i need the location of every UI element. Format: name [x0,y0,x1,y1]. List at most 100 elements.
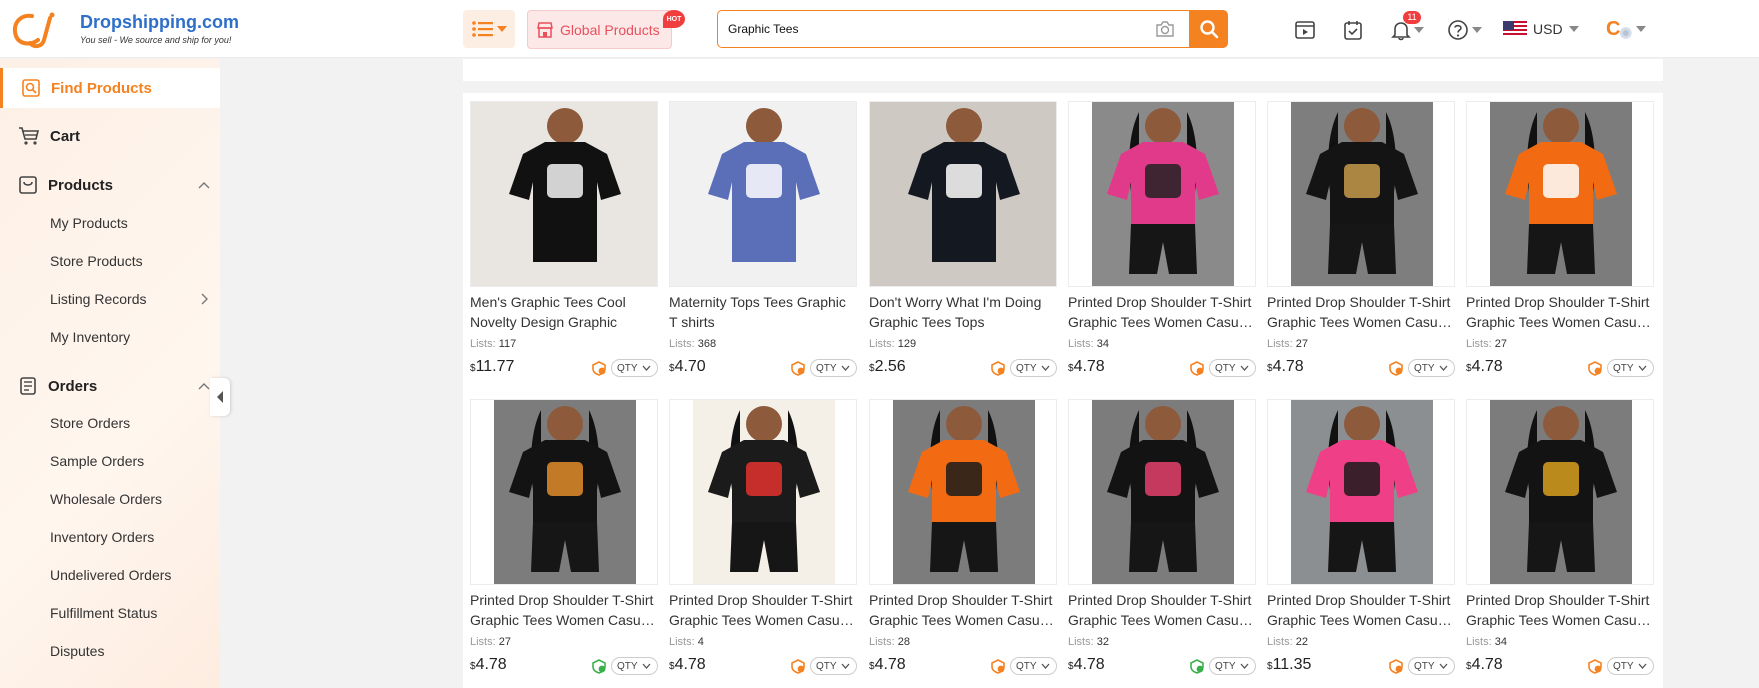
product-image[interactable] [1466,101,1654,287]
sidebar-item-cart[interactable]: Cart [0,116,220,156]
qty-dropdown[interactable]: QTY [1607,657,1654,675]
product-price: $4.78 [669,656,706,674]
product-card[interactable]: Printed Drop Shoulder T-Shirt Graphic Te… [669,391,857,681]
product-title-text: Printed Drop Shoulder T-Shirt Graphic Te… [669,592,853,628]
shipping-shield-icon[interactable] [1189,360,1205,376]
sidebar-item-fulfillment-status[interactable]: Fulfillment Status [0,596,220,630]
product-card[interactable]: Printed Drop Shoulder T-Shirt Graphic Te… [1466,391,1654,681]
product-card[interactable]: Men's Graphic Tees Cool Novelty Design G… [470,93,658,383]
product-lists-count: Lists: 129 [869,338,916,350]
product-card[interactable]: Don't Worry What I'm Doing Graphic Tees … [869,93,1057,383]
qty-dropdown[interactable]: QTY [611,359,658,377]
qty-dropdown[interactable]: QTY [1010,657,1057,675]
product-card[interactable]: Printed Drop Shoulder T-Shirt Graphic Te… [1068,391,1256,681]
sidebar-item-undelivered-orders[interactable]: Undelivered Orders [0,558,220,592]
product-image[interactable] [470,101,658,287]
product-title[interactable]: Printed Drop Shoulder T-Shirt Graphic Te… [669,590,857,630]
product-lists-count: Lists: 27 [1466,338,1507,350]
product-card[interactable]: Printed Drop Shoulder T-Shirt Graphic Te… [1267,391,1455,681]
shipping-shield-icon[interactable] [1587,658,1603,674]
task-checklist-icon[interactable] [1340,17,1366,43]
lists-value: 4 [697,636,704,648]
product-card[interactable]: Printed Drop Shoulder T-Shirt Graphic Te… [1466,93,1654,383]
qty-dropdown[interactable]: QTY [1408,359,1455,377]
product-image[interactable] [1466,399,1654,585]
site-logo[interactable]: Dropshipping.com You sell - We source an… [10,8,239,50]
qty-dropdown[interactable]: QTY [1010,359,1057,377]
product-title[interactable]: Printed Drop Shoulder T-Shirt Graphic Te… [869,590,1057,630]
lists-prefix: Lists: [1466,636,1495,648]
shipping-shield-icon[interactable] [1189,658,1205,674]
shipping-shield-icon[interactable] [790,658,806,674]
product-card[interactable]: Printed Drop Shoulder T-Shirt Graphic Te… [1267,93,1455,383]
qty-dropdown[interactable]: QTY [611,657,658,675]
product-image[interactable] [1068,101,1256,287]
product-card[interactable]: Maternity Tops Tees Graphic T shirts List… [669,93,857,383]
shipping-shield-icon[interactable] [990,360,1006,376]
product-image[interactable] [669,101,857,287]
chevron-down-icon [841,363,850,374]
sidebar-item-disputes[interactable]: Disputes [0,634,220,668]
camera-icon[interactable] [1155,20,1175,38]
sidebar-item-store-products[interactable]: Store Products [0,244,220,278]
category-menu-button[interactable] [463,10,515,48]
product-title[interactable]: Printed Drop Shoulder T-Shirt Graphic Te… [470,590,658,630]
qty-dropdown[interactable]: QTY [810,657,857,675]
global-products-button[interactable]: Global Products [527,10,672,49]
shipping-shield-icon[interactable] [1388,360,1404,376]
product-title[interactable]: Printed Drop Shoulder T-Shirt Graphic Te… [1267,590,1455,630]
search-input[interactable] [728,19,1148,39]
search-button[interactable] [1189,10,1228,48]
product-image[interactable] [1267,399,1455,585]
product-title[interactable]: Printed Drop Shoulder T-Shirt Graphic Te… [1068,292,1256,332]
product-card[interactable]: Printed Drop Shoulder T-Shirt Graphic Te… [470,391,658,681]
sidebar-item-wholesale-orders[interactable]: Wholesale Orders [0,482,220,516]
sidebar-item-my-products[interactable]: My Products [0,206,220,240]
product-card[interactable]: Printed Drop Shoulder T-Shirt Graphic Te… [869,391,1057,681]
sidebar-item-products[interactable]: Products [0,165,220,205]
cj-logo-icon [13,12,55,49]
user-avatar[interactable]: C [1606,15,1646,43]
sidebar-item-my-inventory[interactable]: My Inventory [0,320,220,354]
shipping-shield-icon[interactable] [1587,360,1603,376]
qty-dropdown[interactable]: QTY [1408,657,1455,675]
product-card[interactable]: Printed Drop Shoulder T-Shirt Graphic Te… [1068,93,1256,383]
video-icon[interactable] [1292,17,1318,43]
shipping-shield-icon[interactable] [591,360,607,376]
product-image[interactable] [869,399,1057,585]
sidebar-item-orders[interactable]: Orders [0,366,220,406]
chevron-down-icon [1041,661,1050,672]
product-image[interactable] [869,101,1057,287]
notification-caret-icon[interactable] [1414,27,1424,33]
qty-dropdown[interactable]: QTY [1209,359,1256,377]
product-title[interactable]: Printed Drop Shoulder T-Shirt Graphic Te… [1466,292,1654,332]
qty-dropdown[interactable]: QTY [1209,657,1256,675]
product-image[interactable] [669,399,857,585]
sidebar-item-listing-records[interactable]: Listing Records [0,282,220,316]
sidebar-item-store-orders[interactable]: Store Orders [0,406,220,440]
chevron-left-icon [217,391,223,403]
sidebar-collapse-button[interactable] [210,378,230,416]
product-title[interactable]: Men's Graphic Tees Cool Novelty Design G… [470,292,658,332]
shipping-shield-icon[interactable] [591,658,607,674]
sidebar-item-find-products[interactable]: Find Products [0,68,220,108]
currency-selector[interactable]: USD [1503,17,1579,41]
help-caret-icon[interactable] [1472,27,1482,33]
shipping-shield-icon[interactable] [790,360,806,376]
product-title[interactable]: Printed Drop Shoulder T-Shirt Graphic Te… [1466,590,1654,630]
help-icon[interactable] [1445,17,1471,43]
shipping-shield-icon[interactable] [990,658,1006,674]
product-image[interactable] [1267,101,1455,287]
qty-dropdown[interactable]: QTY [1607,359,1654,377]
product-image[interactable] [1068,399,1256,585]
product-title[interactable]: Don't Worry What I'm Doing Graphic Tees … [869,292,1057,332]
product-title[interactable]: Printed Drop Shoulder T-Shirt Graphic Te… [1068,590,1256,630]
product-image[interactable] [470,399,658,585]
sidebar-item-inventory-orders[interactable]: Inventory Orders [0,520,220,554]
product-title[interactable]: Maternity Tops Tees Graphic T shirts [669,292,857,332]
product-title[interactable]: Printed Drop Shoulder T-Shirt Graphic Te… [1267,292,1455,332]
sidebar-item-sample-orders[interactable]: Sample Orders [0,444,220,478]
shipping-shield-icon[interactable] [1388,658,1404,674]
qty-dropdown[interactable]: QTY [810,359,857,377]
product-title-text: Don't Worry What I'm Doing Graphic Tees … [869,294,1042,330]
